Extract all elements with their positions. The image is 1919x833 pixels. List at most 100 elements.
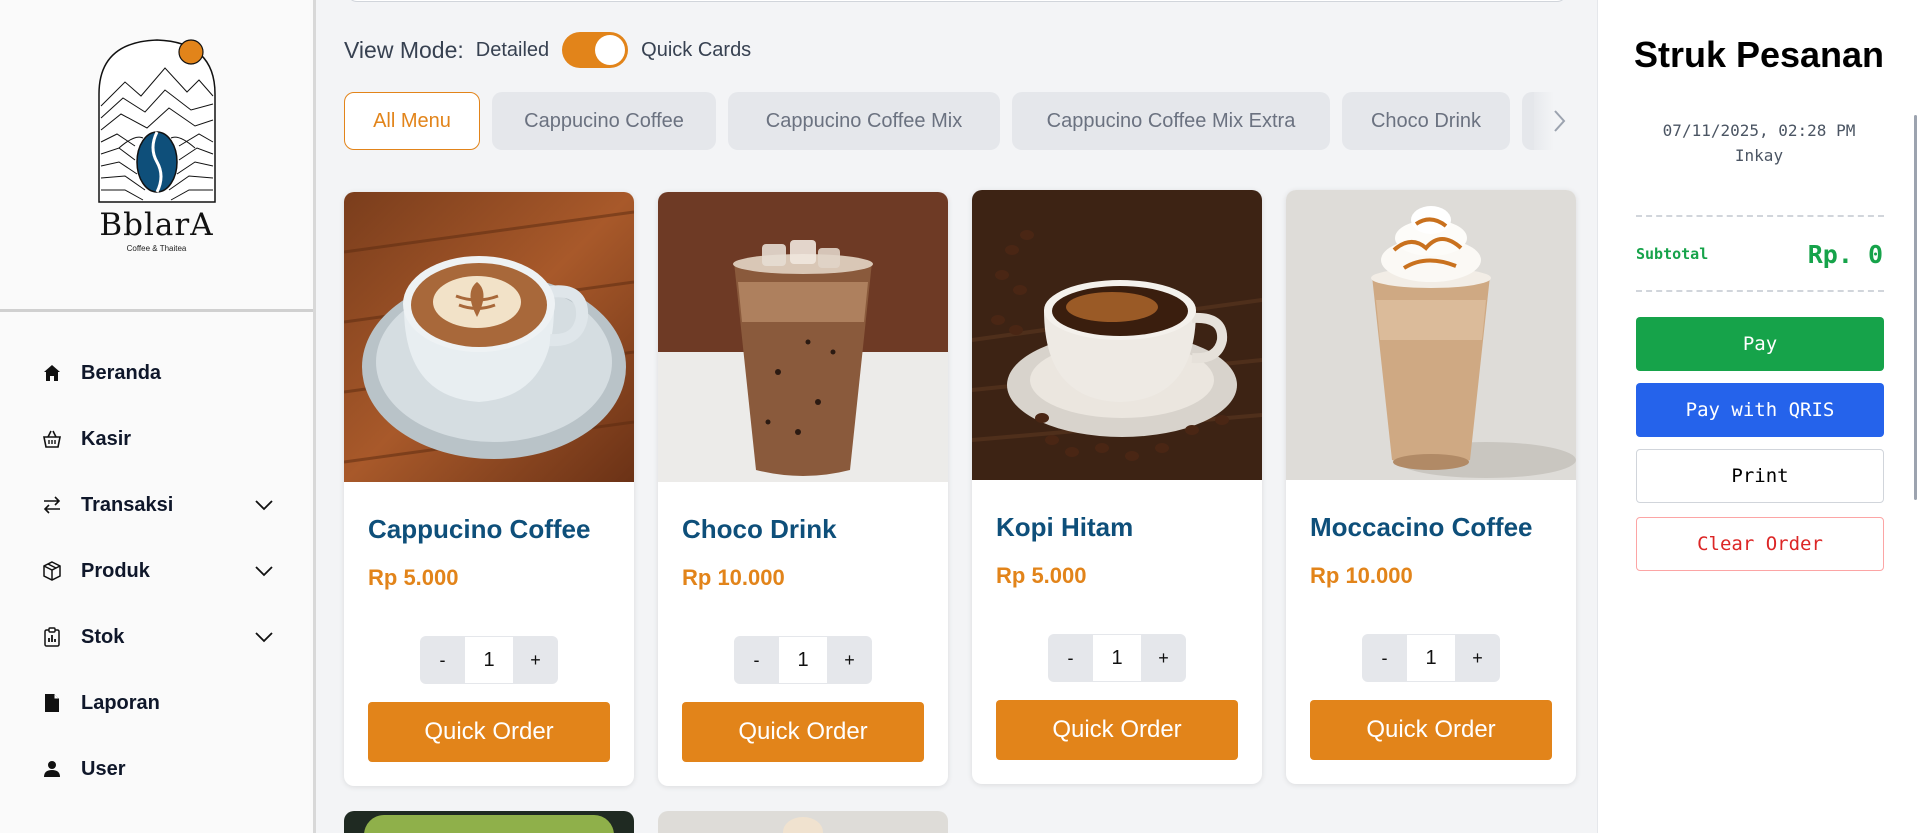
sidebar: BblarA Coffee & Thaitea Beranda Kasir Tr… (0, 0, 316, 833)
sidebar-item-stok[interactable]: Stok (0, 604, 313, 670)
product-name: Kopi Hitam (996, 512, 1134, 542)
quantity-stepper: - 1 + (1048, 634, 1186, 682)
sidebar-item-beranda[interactable]: Beranda (0, 340, 313, 406)
basket-icon (42, 429, 62, 449)
user-icon (42, 759, 62, 779)
quick-order-button[interactable]: Quick Order (682, 702, 924, 762)
qty-increment-button[interactable]: + (1455, 634, 1500, 682)
search-bar[interactable] (347, 0, 1567, 2)
category-tab-all-menu[interactable]: All Menu (344, 92, 480, 150)
chevron-down-icon[interactable] (253, 562, 275, 580)
coffee-bean-logo-icon (97, 39, 216, 203)
sidebar-item-label: Beranda (81, 361, 162, 384)
qty-decrement-button[interactable]: - (1048, 634, 1093, 682)
view-mode-switch: View Mode: Detailed Quick Cards (344, 32, 751, 68)
product-price: Rp 10.000 (682, 565, 785, 590)
sidebar-item-label: User (81, 757, 126, 780)
qty-input[interactable]: 1 (779, 636, 827, 684)
receipt-panel: Struk Pesanan 07/11/2025, 02:28 PM Inkay… (1597, 0, 1919, 833)
product-card-partial (658, 811, 948, 833)
brand-name: BblarA (99, 207, 214, 243)
category-tab-cappucino-coffee[interactable]: Cappucino Coffee (492, 92, 716, 150)
sidebar-item-label: Produk (81, 559, 150, 582)
qty-input[interactable]: 1 (465, 636, 513, 684)
product-image-partial (364, 815, 614, 833)
view-mode-detailed-option[interactable]: Detailed (476, 39, 549, 62)
qty-increment-button[interactable]: + (1141, 634, 1186, 682)
box-icon (42, 561, 62, 581)
category-tab-choco-drink[interactable]: Choco Drink (1342, 92, 1510, 150)
product-image-partial (783, 817, 823, 833)
qty-decrement-button[interactable]: - (1362, 634, 1407, 682)
product-card-partial (344, 811, 634, 833)
product-price: Rp 5.000 (996, 563, 1087, 588)
category-scroll-right-button[interactable] (1534, 92, 1584, 150)
arrows-swap-icon (42, 495, 62, 515)
receipt-divider (1636, 290, 1884, 292)
product-name: Choco Drink (682, 514, 837, 544)
document-icon (42, 693, 62, 713)
qty-increment-button[interactable]: + (827, 636, 872, 684)
product-price: Rp 5.000 (368, 565, 459, 590)
view-mode-label: View Mode: (344, 36, 464, 63)
pay-button[interactable]: Pay (1636, 317, 1884, 371)
sidebar-nav: Beranda Kasir Transaksi Produk Stok Lapo… (0, 312, 313, 802)
toggle-knob (595, 35, 626, 65)
clipboard-chart-icon (42, 627, 62, 647)
sidebar-item-produk[interactable]: Produk (0, 538, 313, 604)
chevron-down-icon[interactable] (253, 628, 275, 646)
product-card: Kopi Hitam Rp 5.000 - 1 + Quick Order (972, 190, 1262, 784)
sidebar-item-laporan[interactable]: Laporan (0, 670, 313, 736)
receipt-cashier: Inkay (1734, 146, 1784, 165)
product-card: Moccacino Coffee Rp 10.000 - 1 + Quick O… (1286, 190, 1576, 784)
product-image-choco-drink (658, 192, 948, 482)
subtotal-value: Rp. 0 (1807, 240, 1883, 269)
receipt-title: Struk Pesanan (1633, 34, 1885, 75)
qty-increment-button[interactable]: + (513, 636, 558, 684)
product-card: Cappucino Coffee Rp 5.000 - 1 + Quick Or… (344, 192, 634, 786)
sidebar-item-label: Kasir (81, 427, 132, 450)
receipt-scrollbar[interactable] (1914, 115, 1917, 500)
main-content: View Mode: Detailed Quick Cards All Menu… (319, 0, 1597, 833)
qty-input[interactable]: 1 (1093, 634, 1141, 682)
product-name: Moccacino Coffee (1310, 512, 1533, 542)
product-image-cappucino (344, 192, 634, 482)
qty-input[interactable]: 1 (1407, 634, 1455, 682)
home-icon (42, 363, 62, 383)
logo-area: BblarA Coffee & Thaitea (0, 0, 313, 312)
brand-tagline: Coffee & Thaitea (126, 244, 187, 253)
clear-order-button[interactable]: Clear Order (1636, 517, 1884, 571)
quantity-stepper: - 1 + (420, 636, 558, 684)
quantity-stepper: - 1 + (1362, 634, 1500, 682)
category-tab-cappucino-coffee-mix[interactable]: Cappucino Coffee Mix (728, 92, 1000, 150)
quick-order-button[interactable]: Quick Order (996, 700, 1238, 760)
product-price: Rp 10.000 (1310, 563, 1413, 588)
brand-logo: BblarA Coffee & Thaitea (95, 34, 219, 253)
view-mode-toggle[interactable] (562, 32, 629, 68)
view-mode-quick-cards-option[interactable]: Quick Cards (641, 39, 751, 62)
quick-order-button[interactable]: Quick Order (368, 702, 610, 762)
sidebar-item-label: Transaksi (81, 493, 174, 516)
receipt-datetime: 07/11/2025, 02:28 PM (1662, 121, 1856, 140)
product-image-kopi-hitam (972, 190, 1262, 480)
quantity-stepper: - 1 + (734, 636, 872, 684)
quick-order-button[interactable]: Quick Order (1310, 700, 1552, 760)
pay-qris-button[interactable]: Pay with QRIS (1636, 383, 1884, 437)
subtotal-label: Subtotal (1636, 245, 1709, 263)
category-tabs: All Menu Cappucino Coffee Cappucino Coff… (344, 92, 1584, 150)
product-name: Cappucino Coffee (368, 514, 591, 544)
sidebar-item-label: Stok (81, 625, 125, 648)
qty-decrement-button[interactable]: - (734, 636, 779, 684)
chevron-right-icon (1554, 110, 1566, 132)
product-image-moccacino (1286, 190, 1576, 480)
receipt-divider (1636, 215, 1884, 217)
sidebar-item-transaksi[interactable]: Transaksi (0, 472, 313, 538)
sidebar-item-kasir[interactable]: Kasir (0, 406, 313, 472)
category-tab-cappucino-coffee-mix-extra[interactable]: Cappucino Coffee Mix Extra (1012, 92, 1330, 150)
chevron-down-icon[interactable] (253, 496, 275, 514)
sidebar-item-label: Laporan (81, 691, 160, 714)
print-button[interactable]: Print (1636, 449, 1884, 503)
product-card: Choco Drink Rp 10.000 - 1 + Quick Order (658, 192, 948, 786)
qty-decrement-button[interactable]: - (420, 636, 465, 684)
sidebar-item-user[interactable]: User (0, 736, 313, 802)
